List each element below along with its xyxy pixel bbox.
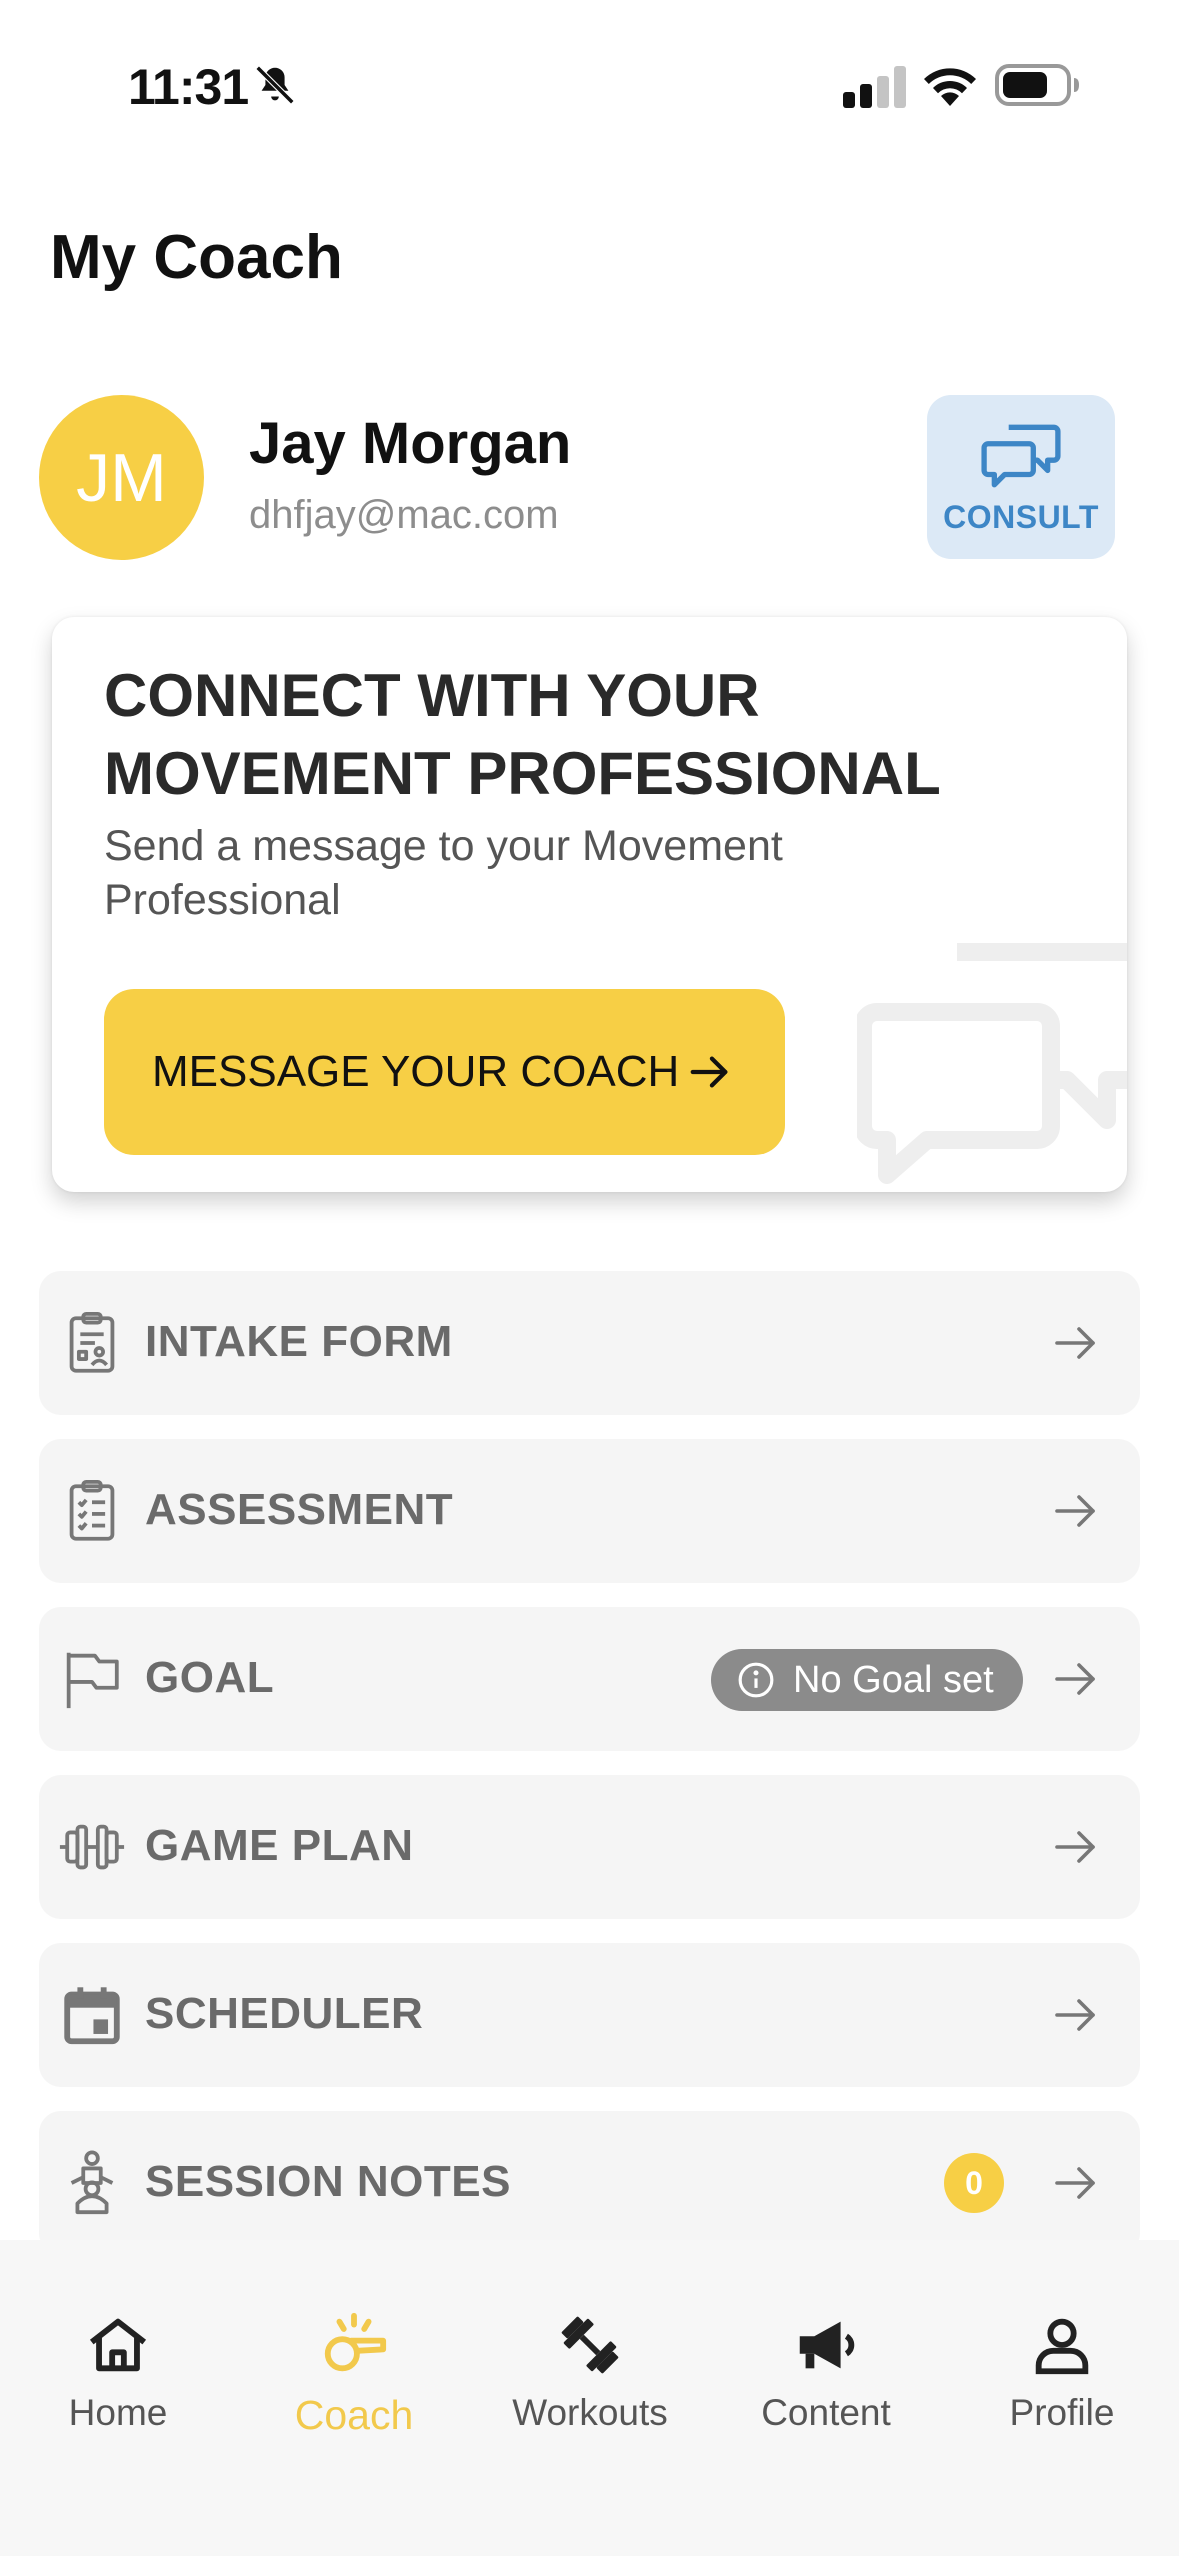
tab-profile[interactable]: Profile xyxy=(944,2240,1179,2470)
info-icon xyxy=(738,1662,774,1698)
status-time: 11:31 xyxy=(128,59,249,115)
tab-bar: Home Coach Workouts Content Profile xyxy=(0,2240,1179,2556)
menu-item-intake-form[interactable]: INTAKE FORM xyxy=(39,1271,1140,1415)
menu-item-session-notes[interactable]: SESSION NOTES 0 xyxy=(39,2111,1140,2255)
menu-item-scheduler[interactable]: SCHEDULER xyxy=(39,1943,1140,2087)
arrow-right-icon xyxy=(1055,1663,1095,1695)
tab-label: Workouts xyxy=(512,2392,668,2433)
arrow-right-icon xyxy=(1055,2167,1095,2199)
arrow-right-icon xyxy=(1055,1999,1095,2031)
message-coach-label: MESSAGE YOUR COACH xyxy=(152,1047,680,1096)
tab-content[interactable]: Content xyxy=(708,2240,944,2470)
battery-icon xyxy=(995,64,1079,106)
home-icon xyxy=(89,2318,147,2372)
dumbbell-icon xyxy=(561,2316,619,2374)
goal-status-badge: No Goal set xyxy=(711,1649,1023,1711)
flag-icon xyxy=(66,1652,119,1709)
dumbbell-icon xyxy=(59,1824,125,1870)
avatar-initials: JM xyxy=(76,439,167,516)
wifi-icon xyxy=(924,68,976,106)
tab-label: Content xyxy=(761,2392,891,2433)
goal-status-text: No Goal set xyxy=(793,1658,994,1701)
tab-label: Coach xyxy=(294,2392,414,2438)
consult-button[interactable]: CONSULT xyxy=(927,395,1115,559)
menu-item-label: INTAKE FORM xyxy=(145,1317,453,1366)
avatar: JM xyxy=(39,395,204,560)
arrow-right-icon xyxy=(690,1056,728,1088)
menu-item-label: GAME PLAN xyxy=(145,1821,414,1870)
chat-bubbles-watermark-icon xyxy=(857,943,1127,1184)
tab-coach[interactable]: Coach xyxy=(236,2240,472,2470)
arrow-right-icon xyxy=(1055,1831,1095,1863)
status-bar: 11:31 xyxy=(0,0,1179,175)
tab-label: Home xyxy=(68,2392,168,2433)
menu-item-label: GOAL xyxy=(145,1653,275,1702)
coach-name: Jay Morgan xyxy=(249,411,572,476)
message-coach-button[interactable]: MESSAGE YOUR COACH xyxy=(104,989,785,1155)
tab-workouts[interactable]: Workouts xyxy=(472,2240,708,2470)
megaphone-icon xyxy=(799,2321,855,2369)
arrow-right-icon xyxy=(1055,1327,1095,1359)
clipboard-person-icon xyxy=(69,1311,115,1373)
whistle-icon xyxy=(324,2312,387,2372)
menu-item-label: SCHEDULER xyxy=(145,1989,424,2038)
menu-item-goal[interactable]: GOAL No Goal set xyxy=(39,1607,1140,1751)
connect-subtitle: Send a message to your Movement Professi… xyxy=(104,822,783,924)
trainer-icon xyxy=(70,2150,114,2215)
session-notes-count-badge: 0 xyxy=(944,2153,1004,2213)
page-title: My Coach xyxy=(50,223,343,292)
clipboard-checklist-icon xyxy=(69,1479,115,1541)
calendar-icon xyxy=(64,1987,120,2045)
connect-title: CONNECT WITH YOUR MOVEMENT PROFESSIONAL xyxy=(104,662,941,807)
arrow-right-icon xyxy=(1055,1495,1095,1527)
menu-item-assessment[interactable]: ASSESSMENT xyxy=(39,1439,1140,1583)
consult-label: CONSULT xyxy=(943,498,1099,535)
bell-off-icon xyxy=(255,65,295,105)
chat-bubbles-icon xyxy=(981,424,1061,487)
coach-email: dhfjay@mac.com xyxy=(249,493,559,537)
tab-label: Profile xyxy=(1009,2392,1115,2433)
cellular-signal-icon xyxy=(843,66,906,108)
connect-card: CONNECT WITH YOUR MOVEMENT PROFESSIONAL … xyxy=(52,617,1127,1192)
person-icon xyxy=(1035,2318,1089,2375)
menu-item-label: SESSION NOTES xyxy=(145,2157,511,2206)
menu-item-label: ASSESSMENT xyxy=(145,1485,454,1534)
menu-item-game-plan[interactable]: GAME PLAN xyxy=(39,1775,1140,1919)
tab-home[interactable]: Home xyxy=(0,2240,236,2470)
